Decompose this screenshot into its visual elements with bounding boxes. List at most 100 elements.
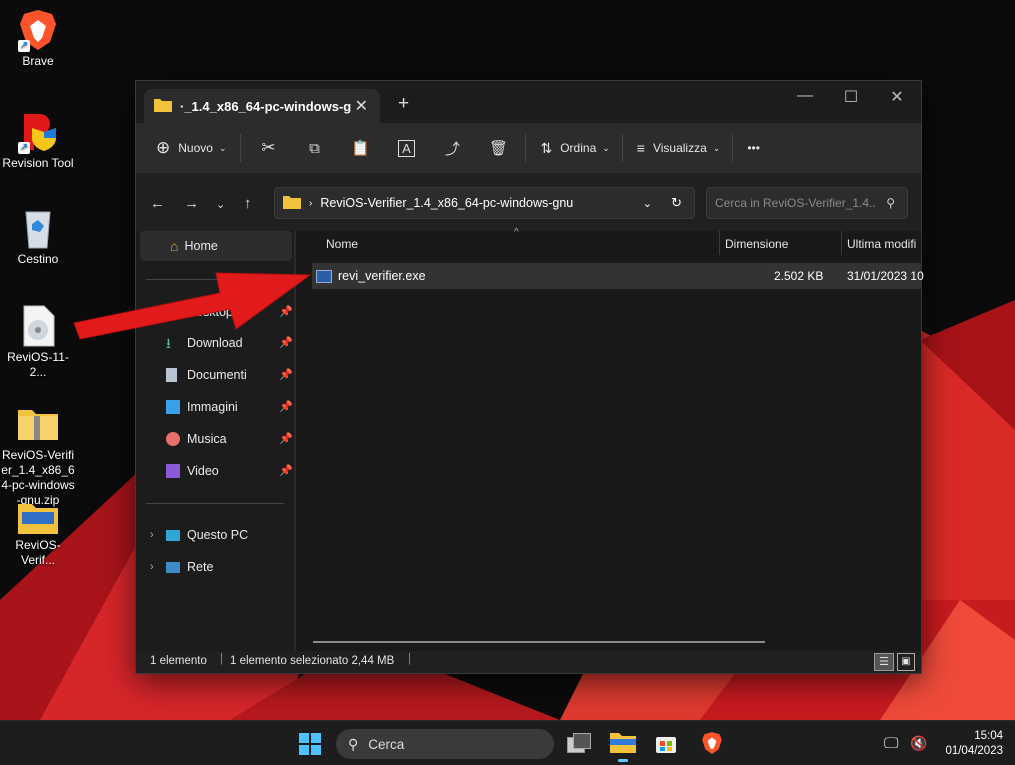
network-label: Rete bbox=[187, 560, 214, 574]
sidebar-item-this-pc[interactable]: Questo PC bbox=[166, 521, 248, 549]
chevron-right-icon[interactable]: › bbox=[150, 561, 154, 573]
start-button[interactable] bbox=[299, 733, 321, 755]
sidebar-item-video[interactable]: Video bbox=[166, 457, 219, 485]
brave-icon bbox=[702, 732, 722, 754]
details-view-icon[interactable]: ☰ bbox=[874, 653, 894, 671]
scissors-icon: ✂ bbox=[261, 138, 276, 157]
more-options-button[interactable]: ••• bbox=[747, 132, 760, 164]
forward-arrow-icon[interactable]: → bbox=[184, 195, 199, 212]
sidebar-item-music[interactable]: Musica bbox=[166, 425, 227, 453]
pin-icon[interactable]: 📌 bbox=[279, 400, 293, 413]
recycle-bin-icon bbox=[16, 206, 60, 250]
brave-icon: ↗ bbox=[16, 8, 60, 52]
cut-button[interactable]: ✂ bbox=[245, 138, 291, 158]
chevron-down-icon: ⌄ bbox=[712, 142, 721, 153]
sort-button[interactable]: ⇅ Ordina ⌄ bbox=[540, 132, 609, 164]
new-label: Nuovo bbox=[178, 141, 213, 155]
desktop-icon-iso[interactable]: ReviOS-11-2... bbox=[0, 304, 76, 380]
desktop-icon-label: Brave bbox=[22, 54, 54, 68]
delete-button[interactable]: 🗑 bbox=[475, 139, 521, 157]
back-arrow-icon[interactable]: ← bbox=[150, 195, 165, 212]
folder-icon bbox=[154, 98, 172, 115]
share-button[interactable]: ⤴ bbox=[429, 138, 475, 159]
network-icon bbox=[166, 561, 180, 573]
document-icon bbox=[166, 368, 177, 382]
clock[interactable]: 15:04 01/04/2023 bbox=[945, 729, 1003, 759]
file-explorer-taskbar-button[interactable] bbox=[610, 731, 636, 762]
desktop-icon-zip[interactable]: ReviOS-Verifier_1.4_x86_64-pc-windows-gn… bbox=[0, 402, 76, 508]
close-tab-icon[interactable]: ✕ bbox=[355, 96, 368, 116]
rename-button[interactable]: A bbox=[383, 139, 429, 157]
rename-icon: A bbox=[398, 139, 415, 157]
recent-chevron-icon[interactable]: ⌄ bbox=[216, 198, 225, 211]
chevron-down-icon[interactable]: ⌄ bbox=[643, 197, 652, 210]
column-divider[interactable] bbox=[841, 231, 842, 255]
red-arrow-annotation bbox=[73, 272, 312, 340]
desktop-icon-brave[interactable]: ↗ Brave bbox=[0, 8, 76, 69]
disc-image-icon bbox=[16, 304, 60, 348]
search-input[interactable]: Cerca in ReviOS-Verifier_1.4... ⚲ bbox=[706, 187, 908, 219]
pictures-icon bbox=[166, 400, 180, 414]
refresh-icon[interactable]: ↻ bbox=[671, 195, 682, 211]
clock-date: 01/04/2023 bbox=[945, 745, 1003, 757]
breadcrumb-path[interactable]: ReviOS-Verifier_1.4_x86_64-pc-windows-gn… bbox=[320, 196, 573, 210]
folder-icon bbox=[283, 195, 301, 212]
paste-button[interactable]: 📋 bbox=[337, 139, 383, 157]
file-name: revi_verifier.exe bbox=[338, 269, 426, 283]
brave-taskbar-button[interactable] bbox=[700, 731, 724, 755]
pin-icon[interactable]: 📌 bbox=[279, 464, 293, 477]
share-icon: ⤴ bbox=[444, 140, 460, 158]
task-view-button[interactable] bbox=[567, 733, 591, 753]
address-bar[interactable]: › ReviOS-Verifier_1.4_x86_64-pc-windows-… bbox=[274, 187, 695, 219]
new-tab-button[interactable]: + bbox=[398, 93, 409, 115]
chevron-right-icon[interactable]: › bbox=[150, 529, 154, 541]
pictures-label: Immagini bbox=[187, 400, 238, 414]
sort-icon: ⇅ bbox=[540, 139, 553, 156]
column-header-size[interactable]: Dimensione bbox=[725, 237, 788, 251]
maximize-button[interactable]: ☐ bbox=[828, 87, 874, 107]
column-header-modified[interactable]: Ultima modifi bbox=[847, 237, 916, 251]
taskbar-search[interactable]: ⚲ Cerca bbox=[336, 729, 554, 759]
new-button[interactable]: ⊕ Nuovo ⌄ bbox=[156, 132, 226, 164]
revision-tool-icon: ↗ bbox=[16, 110, 60, 154]
sidebar-item-pictures[interactable]: Immagini bbox=[166, 393, 238, 421]
desktop-icon-label: Revision Tool bbox=[2, 156, 74, 170]
file-list: ^ Nome Dimensione Ultima modifi revi_ver… bbox=[296, 227, 924, 651]
desktop-icon-label: ReviOS-Verif... bbox=[15, 538, 61, 567]
more-icon: ••• bbox=[747, 141, 760, 155]
sidebar-item-documents[interactable]: Documenti bbox=[166, 361, 247, 389]
folder-icon bbox=[610, 733, 636, 753]
table-row[interactable]: revi_verifier.exe 2.502 KB 31/01/2023 10 bbox=[312, 263, 924, 289]
column-header-name[interactable]: Nome bbox=[326, 237, 358, 251]
copy-button[interactable]: ⧉ bbox=[291, 140, 337, 157]
tiles-view-icon[interactable]: ▣ bbox=[897, 653, 915, 671]
volume-muted-icon[interactable]: 🔇 bbox=[910, 735, 927, 752]
pin-icon[interactable]: 📌 bbox=[279, 368, 293, 381]
tab-title: ·_1.4_x86_64-pc-windows-gnu bbox=[180, 98, 352, 114]
desktop-icon-recycle-bin[interactable]: Cestino bbox=[0, 206, 76, 267]
windows-logo-icon bbox=[311, 733, 321, 743]
desktop-icon-folder[interactable]: ReviOS-Verif... bbox=[0, 500, 76, 568]
desktop-icon-revision-tool[interactable]: ↗ Revision Tool bbox=[0, 110, 76, 171]
command-bar: ⊕ Nuovo ⌄ ✂ ⧉ 📋 A ⤴ 🗑 ⇅ Ordina ⌄ ≡ Visua… bbox=[136, 123, 921, 173]
horizontal-scrollbar[interactable] bbox=[313, 641, 765, 643]
store-taskbar-button[interactable] bbox=[654, 731, 678, 755]
title-bar: ·_1.4_x86_64-pc-windows-gnu ✕ + — ☐ ✕ bbox=[136, 81, 921, 123]
clipboard-icon: 📋 bbox=[351, 140, 370, 157]
up-arrow-icon[interactable]: ↑ bbox=[244, 195, 252, 212]
search-placeholder: Cerca in ReviOS-Verifier_1.4... bbox=[715, 196, 875, 210]
close-window-button[interactable]: ✕ bbox=[874, 87, 920, 107]
music-icon bbox=[166, 432, 180, 446]
taskbar-search-label: Cerca bbox=[368, 736, 405, 752]
network-icon[interactable]: 🖵 bbox=[884, 735, 898, 752]
sidebar-item-network[interactable]: Rete bbox=[166, 553, 213, 581]
view-button[interactable]: ≡ Visualizza ⌄ bbox=[637, 132, 721, 164]
file-size: 2.502 KB bbox=[774, 269, 824, 283]
pin-icon[interactable]: 📌 bbox=[279, 432, 293, 445]
column-divider[interactable] bbox=[719, 231, 720, 255]
tab-folder[interactable]: ·_1.4_x86_64-pc-windows-gnu ✕ bbox=[144, 89, 380, 123]
home-icon: ⌂ bbox=[170, 238, 179, 254]
sidebar-item-home-label[interactable]: ⌂ Home bbox=[170, 232, 218, 260]
minimize-button[interactable]: — bbox=[782, 87, 828, 105]
sort-ascending-icon: ^ bbox=[514, 227, 519, 238]
